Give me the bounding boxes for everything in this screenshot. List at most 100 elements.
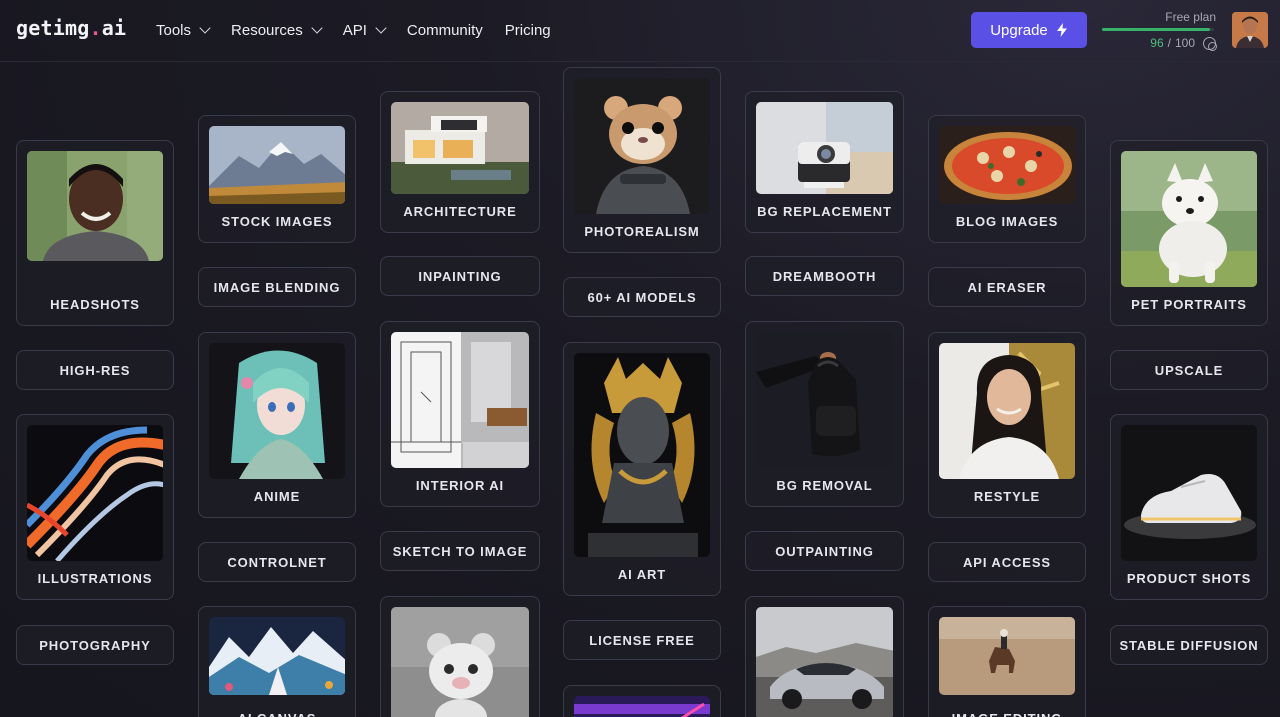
credits-separator: / [1167, 36, 1171, 50]
tool-card-interior-ai[interactable]: INTERIOR AI [380, 321, 540, 507]
pet-portraits-label: PET PORTRAITS [1131, 297, 1247, 312]
interior-ai-label: INTERIOR AI [415, 478, 505, 493]
tool-pill-ai-models[interactable]: 60+ AI MODELS [563, 277, 721, 317]
tool-card-architecture[interactable]: ARCHITECTURE [380, 91, 540, 233]
tool-pill-api-access[interactable]: API ACCESS [928, 542, 1086, 582]
tool-card-restyle[interactable]: RESTYLE [928, 332, 1086, 518]
tool-pill-license-free[interactable]: LICENSE FREE [563, 620, 721, 660]
bg-replacement-label: BG REPLACEMENT [757, 204, 892, 219]
tool-pill-ai-eraser[interactable]: AI ERASER [928, 267, 1086, 307]
headshots-label: HEADSHOTS [50, 297, 140, 312]
product-shots-image [1121, 425, 1257, 561]
bg-replacement-image [756, 102, 893, 194]
nav-tools[interactable]: Tools [156, 20, 211, 40]
tool-pill-inpainting[interactable]: INPAINTING [380, 256, 540, 296]
tool-card-ai-art[interactable]: AI ART [563, 342, 721, 596]
tool-card-bg-replacement[interactable]: BG REPLACEMENT [745, 91, 904, 233]
nav-api-label: API [342, 21, 367, 39]
lightning-icon [1056, 23, 1067, 37]
interior-ai-image [391, 332, 529, 468]
logo-prefix: getimg [16, 16, 90, 40]
tool-card-pet-portraits[interactable]: PET PORTRAITS [1110, 140, 1268, 326]
ai-art-label: AI ART [617, 567, 667, 582]
pet-portraits-image [1121, 151, 1257, 287]
tool-card-product-shots[interactable]: PRODUCT SHOTS [1110, 414, 1268, 600]
photorealism-label: PHOTOREALISM [584, 224, 700, 239]
coins-icon [1203, 36, 1217, 51]
tool-card-synthwave[interactable] [563, 685, 721, 717]
photorealism-image [574, 78, 710, 214]
logo-dot: . [89, 16, 102, 40]
tool-pill-outpainting[interactable]: OUTPAINTING [745, 531, 904, 571]
anime-label: ANIME [253, 489, 301, 504]
tool-pill-high-res[interactable]: HIGH-RES [16, 350, 174, 390]
tool-pill-image-blending[interactable]: IMAGE BLENDING [198, 267, 356, 307]
nav-pricing-label: Pricing [504, 21, 551, 39]
nav-community[interactable]: Community [407, 20, 483, 40]
anime-image [209, 343, 345, 479]
headshots-image [27, 151, 163, 261]
synthwave-image [574, 696, 710, 717]
architecture-image [391, 102, 529, 194]
illustrations-image [27, 425, 163, 561]
ai-canvas-label: AI CANVAS [199, 703, 355, 717]
product-shots-label: PRODUCT SHOTS [1126, 571, 1252, 586]
stock-images-label: STOCK IMAGES [221, 214, 333, 229]
image-editing-image [939, 617, 1075, 695]
tool-pill-stable-diffusion[interactable]: STABLE DIFFUSION [1110, 625, 1268, 665]
tool-card-ai-canvas[interactable]: AI CANVAS [198, 606, 356, 717]
restyle-label: RESTYLE [973, 489, 1041, 504]
image-editing-label: IMAGE EDITING [929, 703, 1085, 717]
tool-pill-upscale[interactable]: UPSCALE [1110, 350, 1268, 390]
nav-pricing[interactable]: Pricing [505, 20, 551, 40]
credits-total: 100 [1174, 36, 1195, 50]
credits-progress-bar [1102, 28, 1214, 31]
cute-pig-image [391, 607, 529, 717]
tool-card-stock-images[interactable]: STOCK IMAGES [198, 115, 356, 243]
tool-card-image-editing[interactable]: IMAGE EDITING [928, 606, 1086, 717]
tool-card-sports-car[interactable] [745, 596, 904, 717]
nav-resources[interactable]: Resources [231, 20, 323, 40]
bg-removal-label: BG REMOVAL [776, 478, 873, 493]
tool-pill-dreambooth[interactable]: DREAMBOOTH [745, 256, 904, 296]
main-nav: Tools Resources API Community Pricing [156, 20, 573, 40]
nav-community-label: Community [406, 21, 483, 39]
blog-images-label: BLOG IMAGES [955, 214, 1059, 229]
architecture-label: ARCHITECTURE [403, 204, 517, 219]
chevron-down-icon [375, 22, 387, 34]
credits-count: 96 / 100 [1102, 36, 1217, 51]
ai-canvas-image [209, 617, 345, 695]
nav-api[interactable]: API [342, 20, 387, 40]
tool-pill-sketch-to-image[interactable]: SKETCH TO IMAGE [380, 531, 540, 571]
chevron-down-icon [199, 22, 211, 34]
tool-card-bg-removal[interactable]: BG REMOVAL [745, 321, 904, 507]
bg-removal-image [756, 332, 893, 468]
nav-tools-label: Tools [156, 21, 192, 39]
tool-card-3d-character[interactable] [380, 596, 540, 717]
tool-card-photorealism[interactable]: PHOTOREALISM [563, 67, 721, 253]
tool-card-anime[interactable]: ANIME [198, 332, 356, 518]
upgrade-label: Upgrade [990, 21, 1048, 39]
logo-suffix: ai [101, 16, 127, 40]
plan-usage: Free plan 96 / 100 [1102, 10, 1217, 51]
nav-resources-label: Resources [231, 21, 303, 39]
tool-pill-photography[interactable]: PHOTOGRAPHY [16, 625, 174, 665]
user-avatar[interactable] [1232, 12, 1268, 48]
top-nav-bar: getimg.ai Tools Resources API Community … [0, 0, 1280, 62]
blog-images-image [939, 126, 1075, 204]
chevron-down-icon [311, 22, 323, 34]
plan-label: Free plan [1165, 10, 1216, 24]
restyle-image [939, 343, 1075, 479]
tool-card-blog-images[interactable]: BLOG IMAGES [928, 115, 1086, 243]
tool-card-illustrations[interactable]: ILLUSTRATIONS [16, 414, 174, 600]
tool-pill-controlnet[interactable]: CONTROLNET [198, 542, 356, 582]
sports-car-image [756, 607, 893, 717]
tool-card-headshots[interactable]: HEADSHOTS [16, 140, 174, 326]
ai-art-image [574, 353, 710, 557]
upgrade-button[interactable]: Upgrade [971, 12, 1087, 48]
credits-progress-fill [1102, 28, 1210, 31]
illustrations-label: ILLUSTRATIONS [37, 571, 153, 586]
credits-used: 96 [1150, 36, 1164, 50]
logo[interactable]: getimg.ai [16, 16, 126, 40]
stock-images-image [209, 126, 345, 204]
